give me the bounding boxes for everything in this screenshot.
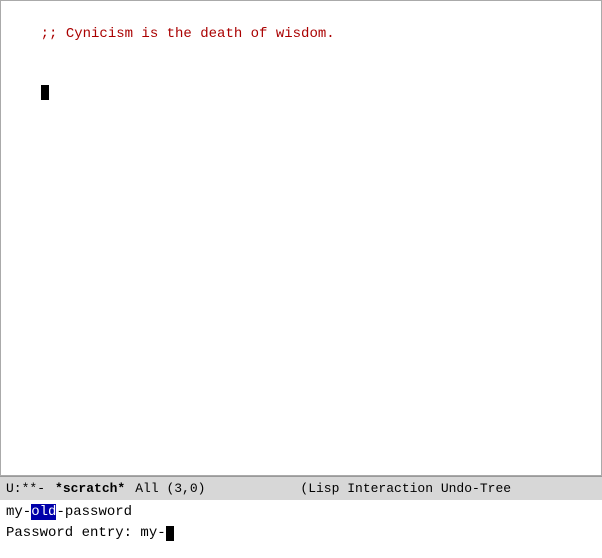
minibuffer-after-highlight: -password [56, 504, 132, 520]
modeline-status: U:**- [6, 481, 45, 496]
editor-area[interactable]: ;; Cynicism is the death of wisdom. [0, 0, 602, 476]
minibuffer-line1: my-old-password [6, 502, 596, 523]
minibuffer-before-highlight: my- [6, 504, 31, 520]
modeline-buffername: *scratch* [55, 481, 125, 496]
editor-content: ;; Cynicism is the death of wisdom. [7, 5, 595, 123]
modeline: U:**- *scratch* All (3,0) (Lisp Interact… [0, 476, 602, 500]
minibuffer-line2: Password entry: my- [6, 523, 596, 544]
minibuffer-prompt: Password entry: my- [6, 523, 166, 544]
comment-line: ;; Cynicism is the death of wisdom. [41, 26, 335, 42]
modeline-mode: (Lisp Interaction Undo-Tree [215, 481, 596, 496]
text-cursor [41, 85, 49, 100]
minibuffer-area[interactable]: my-old-password Password entry: my- [0, 500, 602, 558]
minibuffer-cursor [166, 526, 174, 541]
minibuffer-highlight: old [31, 504, 56, 520]
modeline-position: All (3,0) [135, 481, 205, 496]
